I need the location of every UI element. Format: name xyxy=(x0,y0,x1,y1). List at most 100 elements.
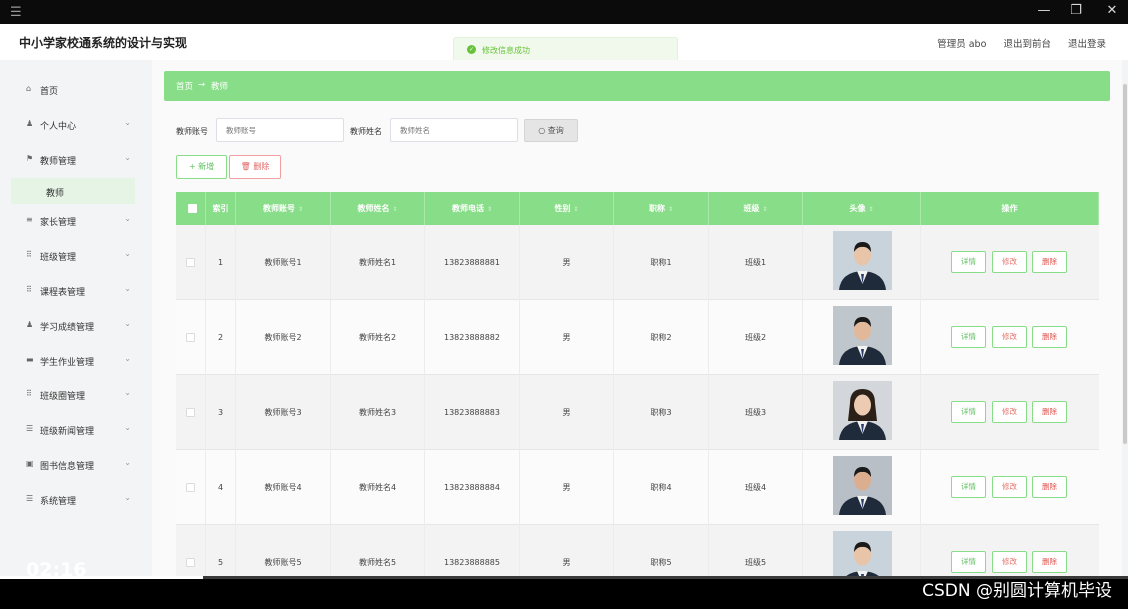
edit-button[interactable]: 修改 xyxy=(992,326,1027,348)
column-header[interactable]: 教师姓名 ⇕ xyxy=(331,192,425,225)
remove-button[interactable]: 删除 xyxy=(1032,326,1067,348)
sidebar-item-label: 学习成绩管理 xyxy=(40,323,95,333)
cell-title: 职称2 xyxy=(614,300,709,375)
cell-class: 班级5 xyxy=(709,525,803,576)
sidebar-item[interactable]: ☰ 系统管理 ⌄ xyxy=(11,486,135,512)
column-header[interactable]: 性别 ⇕ xyxy=(520,192,614,225)
sidebar-item[interactable]: ⌂ 首页 xyxy=(11,76,135,102)
row-checkbox[interactable] xyxy=(186,408,195,417)
cell-index: 2 xyxy=(206,300,236,375)
detail-button[interactable]: 详情 xyxy=(951,326,986,348)
cell-name: 教师姓名3 xyxy=(331,375,425,450)
chevron-down-icon[interactable]: ⌄ xyxy=(124,388,131,397)
exit-front-link[interactable]: 退出到前台 xyxy=(1003,39,1051,50)
chevron-down-icon[interactable]: ⌄ xyxy=(124,493,131,502)
column-header[interactable]: 班级 ⇕ xyxy=(709,192,803,225)
sidebar-item[interactable]: ▣ 图书信息管理 ⌄ xyxy=(11,451,135,477)
restore-icon[interactable]: ❐ xyxy=(1066,3,1086,18)
column-header[interactable]: 教师电话 ⇕ xyxy=(425,192,520,225)
remove-button[interactable]: 删除 xyxy=(1032,476,1067,498)
cell-index: 5 xyxy=(206,525,236,576)
chevron-down-icon[interactable]: ⌄ xyxy=(124,354,131,363)
sort-icon[interactable]: ⇕ xyxy=(487,206,492,213)
main-content: 首页 → 教师 教师账号 教师姓名 ○ 查询 + 新增 🗑 删除 索引教师账号⇕… xyxy=(152,60,1122,576)
cell-class: 班级1 xyxy=(709,225,803,300)
sidebar-item-label: 学生作业管理 xyxy=(40,358,95,368)
chevron-down-icon[interactable]: ⌄ xyxy=(124,458,131,467)
column-header[interactable]: 头像 ⇕ xyxy=(803,192,921,225)
sidebar-item[interactable]: ≡ 家长管理 ⌄ xyxy=(11,207,135,233)
sort-icon[interactable]: ⇕ xyxy=(298,206,303,213)
query-button[interactable]: ○ 查询 xyxy=(524,119,578,142)
sidebar-item-label: 个人中心 xyxy=(40,122,77,132)
sidebar-item[interactable]: ▬ 学生作业管理 ⌄ xyxy=(11,347,135,373)
edit-button[interactable]: 修改 xyxy=(992,251,1027,273)
delete-button[interactable]: 🗑 删除 xyxy=(229,155,281,179)
chevron-down-icon[interactable]: ⌄ xyxy=(124,423,131,432)
scrollbar[interactable] xyxy=(1123,84,1127,444)
select-cell xyxy=(176,300,206,375)
edit-button[interactable]: 修改 xyxy=(992,401,1027,423)
sidebar-item[interactable]: ♟ 学习成绩管理 ⌄ xyxy=(11,312,135,338)
sidebar-item[interactable]: ⠿ 课程表管理 ⌄ xyxy=(11,277,135,303)
add-button[interactable]: + 新增 xyxy=(176,155,227,179)
cell-name: 教师姓名2 xyxy=(331,300,425,375)
remove-button[interactable]: 删除 xyxy=(1032,401,1067,423)
chevron-down-icon[interactable]: ⌄ xyxy=(124,284,131,293)
column-header[interactable]: 职称 ⇕ xyxy=(614,192,709,225)
remove-button[interactable]: 删除 xyxy=(1032,251,1067,273)
actions-cell: 详情 修改 删除 xyxy=(921,450,1099,525)
select-all-checkbox[interactable] xyxy=(188,204,197,213)
breadcrumb-home[interactable]: 首页 xyxy=(176,80,193,92)
sidebar-item[interactable]: ♟ 个人中心 ⌄ xyxy=(11,111,135,137)
sort-icon[interactable]: ⇕ xyxy=(573,206,578,213)
name-input[interactable] xyxy=(390,118,518,142)
chevron-down-icon[interactable]: ⌄ xyxy=(124,214,131,223)
detail-button[interactable]: 详情 xyxy=(951,551,986,573)
detail-button[interactable]: 详情 xyxy=(951,476,986,498)
chevron-down-icon[interactable]: ⌄ xyxy=(124,249,131,258)
column-header-label: 职称 xyxy=(648,204,665,213)
minimize-icon[interactable]: — xyxy=(1034,3,1054,18)
row-checkbox[interactable] xyxy=(186,333,195,342)
sidebar-item[interactable]: ⚑ 教师管理 ⌄ xyxy=(11,146,135,172)
detail-button[interactable]: 详情 xyxy=(951,401,986,423)
chevron-down-icon[interactable]: ⌄ xyxy=(124,153,131,162)
sort-icon[interactable]: ⇕ xyxy=(392,206,397,213)
menu-icon[interactable]: ☰ xyxy=(10,5,22,20)
sort-icon[interactable]: ⇕ xyxy=(762,206,767,213)
column-header-label: 教师姓名 xyxy=(357,204,390,213)
select-cell xyxy=(176,450,206,525)
column-header[interactable]: 教师账号 ⇕ xyxy=(236,192,331,225)
breadcrumb-arrow-icon: → xyxy=(198,80,206,90)
grid-icon: ⠿ xyxy=(26,389,32,398)
select-cell xyxy=(176,525,206,576)
sidebar-subitem[interactable]: 教师 xyxy=(11,178,135,204)
user-icon: ♟ xyxy=(26,320,34,329)
sidebar-item[interactable]: ☰ 班级新闻管理 ⌄ xyxy=(11,416,135,442)
user-icon: ♟ xyxy=(26,119,34,128)
avatar xyxy=(833,456,892,515)
row-checkbox[interactable] xyxy=(186,258,195,267)
sort-icon[interactable]: ⇕ xyxy=(868,206,873,213)
sidebar-item[interactable]: ⠿ 班级管理 ⌄ xyxy=(11,242,135,268)
actions-cell: 详情 修改 删除 xyxy=(921,225,1099,300)
cell-index: 1 xyxy=(206,225,236,300)
actions-cell: 详情 修改 删除 xyxy=(921,525,1099,576)
sidebar-item[interactable]: ⠿ 班级圈管理 ⌄ xyxy=(11,381,135,407)
account-input[interactable] xyxy=(216,118,344,142)
edit-button[interactable]: 修改 xyxy=(992,551,1027,573)
detail-button[interactable]: 详情 xyxy=(951,251,986,273)
sort-icon[interactable]: ⇕ xyxy=(668,206,673,213)
sidebar-item-label: 系统管理 xyxy=(40,497,77,507)
edit-button[interactable]: 修改 xyxy=(992,476,1027,498)
chevron-down-icon[interactable]: ⌄ xyxy=(124,319,131,328)
remove-button[interactable]: 删除 xyxy=(1032,551,1067,573)
row-checkbox[interactable] xyxy=(186,483,195,492)
grid-icon: ⠿ xyxy=(26,250,32,259)
logout-link[interactable]: 退出登录 xyxy=(1068,39,1106,50)
close-icon[interactable]: ✕ xyxy=(1102,3,1122,18)
column-header-label: 教师账号 xyxy=(262,204,295,213)
row-checkbox[interactable] xyxy=(186,558,195,567)
chevron-down-icon[interactable]: ⌄ xyxy=(124,118,131,127)
